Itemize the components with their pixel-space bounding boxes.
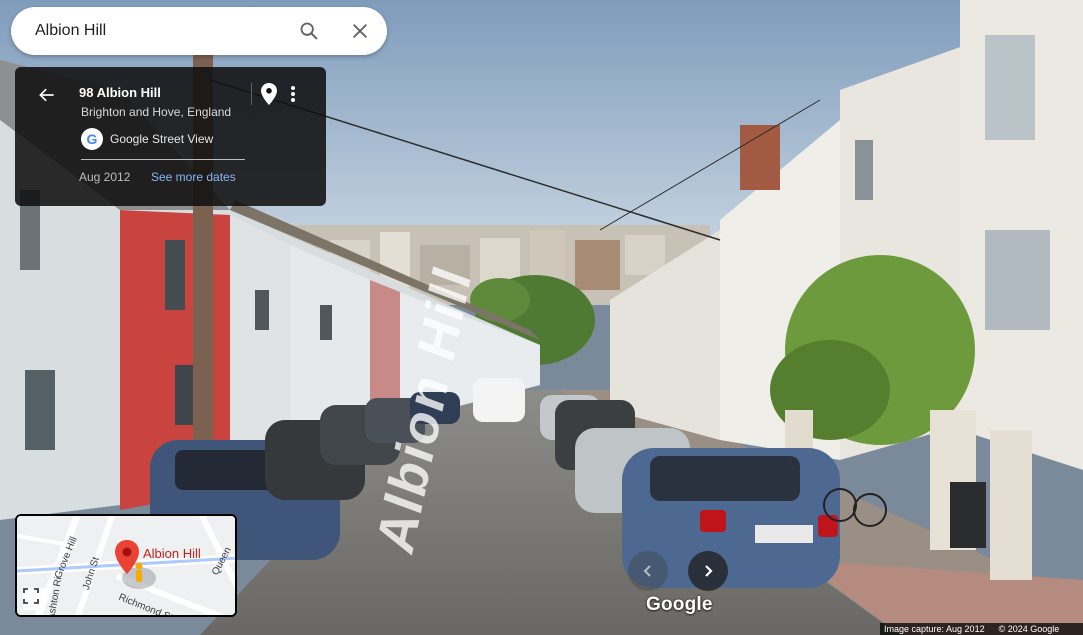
close-icon — [353, 24, 367, 38]
place-subtitle: Brighton and Hove, England — [81, 105, 232, 119]
map-place-label: Albion Hill — [143, 546, 201, 561]
search-input[interactable] — [35, 20, 285, 42]
location-info-card: 98 Albion Hill Brighton and Hove, Englan… — [15, 67, 326, 206]
more-vert-icon — [291, 86, 295, 102]
search-bar — [11, 7, 387, 55]
pegman-icon — [135, 562, 143, 582]
image-capture-text: Image capture: Aug 2012 — [884, 624, 985, 634]
back-button[interactable] — [35, 83, 59, 107]
mini-map[interactable]: Grove Hill John St Ashton Ri Richmond St… — [15, 514, 237, 617]
next-image-button[interactable] — [688, 551, 728, 591]
source-label: Google Street View — [110, 132, 214, 146]
card-separator — [81, 159, 245, 160]
see-more-dates-link[interactable]: See more dates — [151, 170, 236, 184]
search-button[interactable] — [295, 17, 323, 45]
previous-image-button[interactable] — [628, 551, 668, 591]
card-divider — [251, 83, 252, 105]
google-watermark: Google — [646, 594, 713, 615]
clear-search-button[interactable] — [346, 17, 374, 45]
show-on-map-button[interactable] — [259, 82, 279, 106]
copyright-text: © 2024 Google — [998, 624, 1060, 634]
place-title: 98 Albion Hill — [79, 85, 161, 100]
search-icon — [300, 22, 318, 40]
fullscreen-icon — [23, 588, 39, 604]
arrow-left-icon — [39, 88, 54, 102]
attribution-bar: Image capture: Aug 2012 © 2024 Google — [880, 623, 1083, 635]
google-logo-letter: G — [86, 131, 98, 147]
capture-date: Aug 2012 — [79, 170, 131, 184]
google-logo-icon: G — [81, 128, 103, 150]
chevron-right-icon — [705, 565, 713, 577]
expand-map-button[interactable] — [23, 588, 45, 610]
more-options-button[interactable] — [283, 82, 303, 106]
location-pin-icon — [261, 83, 277, 105]
chevron-left-icon — [643, 565, 651, 577]
